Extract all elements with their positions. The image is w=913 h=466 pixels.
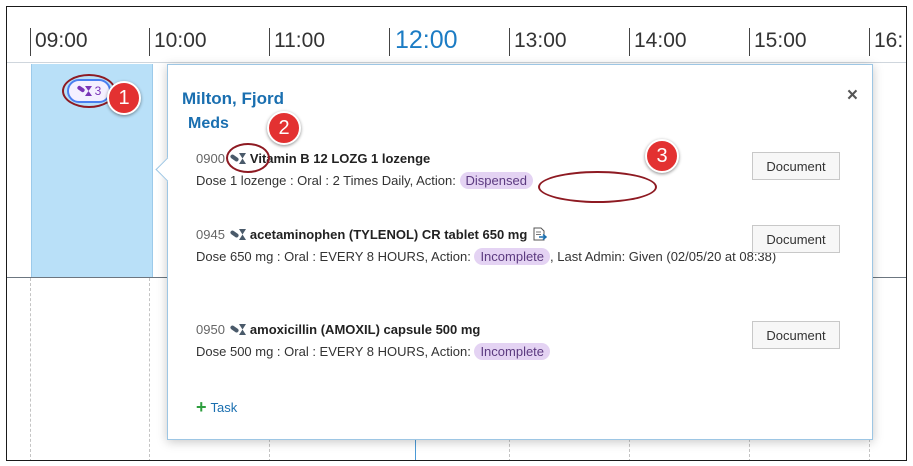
document-button[interactable]: Document — [752, 321, 840, 349]
hour-label-1100: 11:00 — [274, 29, 325, 52]
add-task-label: Task — [210, 400, 238, 415]
grid-line — [30, 278, 31, 460]
med-item: 0900 Vitamin B 12 LOZG 1 lozenge Dose 1 … — [196, 151, 816, 189]
med-details: Dose 1 lozenge : Oral : 2 Times Daily, A… — [196, 172, 816, 189]
pill-hourglass-icon — [230, 323, 247, 336]
status-badge: Incomplete — [474, 343, 551, 360]
schedule-frame: 09:00 10:00 11:00 12:00 13:00 14:00 15:0… — [6, 6, 907, 461]
badge-count: 3 — [94, 84, 102, 98]
med-time: 0900 — [196, 151, 225, 166]
hour-tick — [509, 28, 510, 56]
med-details: Dose 650 mg : Oral : EVERY 8 HOURS, Acti… — [196, 248, 816, 265]
hour-label-1400: 14:00 — [634, 29, 687, 52]
med-details: Dose 500 mg : Oral : EVERY 8 HOURS, Acti… — [196, 343, 816, 360]
med-item: 0950 amoxicillin (AMOXIL) capsule 500 mg… — [196, 322, 816, 360]
grid-line — [149, 278, 150, 460]
med-title-line: 0900 Vitamin B 12 LOZG 1 lozenge — [196, 151, 816, 166]
hour-label-1500: 15:00 — [754, 29, 807, 52]
callout-3: 3 — [645, 139, 679, 173]
med-dose-text: Dose 650 mg : Oral : EVERY 8 HOURS, Acti… — [196, 249, 471, 264]
med-name: Vitamin B 12 LOZG 1 lozenge — [249, 151, 431, 166]
hour-label-0900: 09:00 — [35, 29, 88, 52]
pill-hourglass-icon — [77, 85, 92, 96]
pill-hourglass-icon — [230, 228, 247, 241]
med-name: amoxicillin (AMOXIL) capsule 500 mg — [249, 322, 481, 337]
hour-tick — [389, 28, 390, 56]
status-badge: Incomplete — [474, 248, 551, 265]
annotation-ring-status — [538, 171, 657, 203]
hour-tick — [269, 28, 270, 56]
callout-2: 2 — [267, 111, 301, 145]
hour-tick — [749, 28, 750, 56]
med-time: 0945 — [196, 227, 225, 242]
hour-tick — [869, 28, 870, 56]
document-arrow-icon[interactable] — [532, 227, 548, 242]
med-title-line: 0945 acetaminophen (TYLENOL) CR tablet 6… — [196, 227, 816, 242]
med-name: acetaminophen (TYLENOL) CR tablet 650 mg — [249, 227, 528, 242]
section-title: Meds — [188, 115, 229, 132]
annotation-ring-med-icon — [226, 143, 270, 173]
close-icon[interactable]: × — [847, 85, 858, 107]
med-title-line: 0950 amoxicillin (AMOXIL) capsule 500 mg — [196, 322, 816, 337]
status-badge: Dispensed — [459, 172, 533, 189]
med-time: 0950 — [196, 322, 225, 337]
med-dose-text: Dose 1 lozenge : Oral : 2 Times Daily, A… — [196, 173, 456, 188]
hour-label-1000: 10:00 — [154, 29, 207, 52]
med-details-suffix: , Last Admin: Given (02/05/20 at 08:38) — [550, 249, 777, 264]
hour-tick — [30, 28, 31, 56]
hour-label-1200-current: 12:00 — [395, 26, 458, 54]
timeline-header: 09:00 10:00 11:00 12:00 13:00 14:00 15:0… — [7, 7, 906, 63]
hour-tick — [629, 28, 630, 56]
plus-icon: + — [196, 397, 207, 417]
add-task-link[interactable]: + Task — [196, 397, 238, 417]
document-button[interactable]: Document — [752, 225, 840, 253]
med-dose-text: Dose 500 mg : Oral : EVERY 8 HOURS, Acti… — [196, 344, 471, 359]
hour-label-1300: 13:00 — [514, 29, 567, 52]
hour-label-1600: 16: — [874, 29, 904, 52]
med-task-badge[interactable]: 3 — [67, 79, 111, 103]
med-item: 0945 acetaminophen (TYLENOL) CR tablet 6… — [196, 227, 816, 265]
callout-1: 1 — [107, 81, 141, 115]
patient-name[interactable]: Milton, Fjord — [182, 89, 284, 109]
hour-tick — [149, 28, 150, 56]
document-button[interactable]: Document — [752, 152, 840, 180]
